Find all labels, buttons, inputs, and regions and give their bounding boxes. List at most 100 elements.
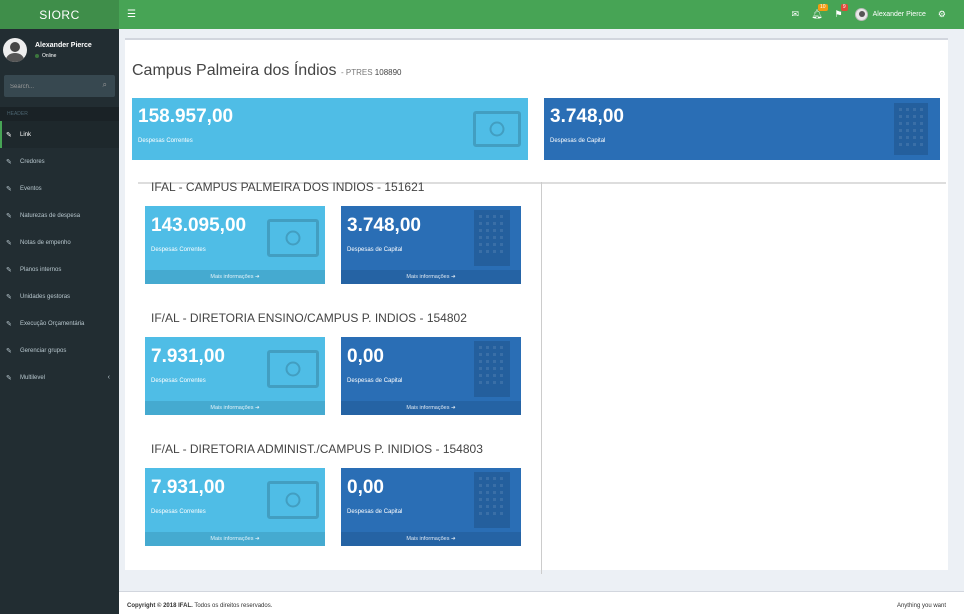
sidebar-item-label: Credores (20, 158, 45, 165)
more-info-label: Mais informações (406, 536, 450, 542)
more-info-link[interactable]: Mais informações ➜ (341, 270, 521, 284)
main-box: Campus Palmeira dos Índios - PTRES 10889… (125, 38, 948, 574)
sidebar-item-gerenciar-grupos[interactable]: ✎ Gerenciar grupos (0, 337, 119, 364)
arrow-circle-right-icon: ➜ (255, 274, 260, 280)
despesas-correntes-box: 7.931,00 Despesas Correntes Mais informaçõ… (145, 468, 325, 546)
tasks-badge: 9 (840, 4, 848, 11)
box-value: 0,00 (347, 477, 384, 498)
user-panel: Alexander Pierce Online (0, 29, 119, 71)
hamburger-icon[interactable]: ☰ (127, 9, 136, 20)
sidebar-item-label: Planos internos (20, 266, 62, 273)
sidebar: Alexander Pierce Online ⌕ HEADER ✎ Link ✎ C… (0, 29, 119, 614)
sidebar-item-eventos[interactable]: ✎ Eventos (0, 175, 119, 202)
despesas-capital-box: 3.748,00 Despesas de Capital Mais informaç… (341, 206, 521, 284)
arrow-circle-right-icon: ➜ (451, 536, 456, 542)
user-status: Online (35, 53, 92, 59)
building-icon (474, 210, 510, 266)
sidebar-item-link[interactable]: ✎ Link (0, 121, 119, 148)
footer-right-text: Anything you want (896, 603, 946, 609)
chevron-left-icon: ‹ (107, 374, 110, 381)
envelope-icon[interactable]: ✉ (792, 9, 800, 20)
box-label: Despesas Correntes (151, 509, 206, 515)
flag-icon[interactable]: ⚑ 9 (835, 4, 848, 20)
building-icon (894, 103, 928, 155)
link-icon: ✎ (6, 239, 12, 247)
app-logo[interactable]: SIORC (0, 0, 119, 29)
copyright-label: Copyright © 2018 (127, 603, 177, 609)
sidebar-item-label: Eventos (20, 185, 42, 192)
money-icon (473, 111, 521, 147)
page-title-text: Campus Palmeira dos Índios (132, 62, 337, 79)
avatar (3, 38, 27, 62)
more-info-link[interactable]: Mais informações ➜ (145, 270, 325, 284)
sidebar-item-label: Link (20, 131, 32, 138)
more-info-label: Mais informações (210, 405, 254, 411)
sidebar-item-label: Multilevel (20, 374, 46, 381)
section-title: IFAL - CAMPUS PALMEIRA DOS INDIOS - 1516… (151, 180, 425, 194)
summary-correntes-value: 158.957,00 (138, 106, 234, 127)
despesas-capital-box: 0,00 Despesas de Capital Mais informações … (341, 468, 521, 546)
more-info-link[interactable]: Mais informações ➜ (341, 532, 521, 546)
content-wrapper: Campus Palmeira dos Índios - PTRES 10889… (119, 29, 964, 591)
more-info-link[interactable]: Mais informações ➜ (341, 401, 521, 415)
box-value: 0,00 (347, 346, 384, 367)
sidebar-item-label: Notas de empenho (20, 239, 71, 246)
link-icon: ✎ (6, 185, 12, 193)
footer-copyright: Copyright © 2018 IFAL. Todos os direitos… (127, 603, 272, 609)
more-info-link[interactable]: Mais informações ➜ (145, 532, 325, 546)
money-icon (267, 481, 319, 519)
arrow-circle-right-icon: ➜ (255, 405, 260, 411)
sidebar-item-label: Naturezas de despesa (20, 212, 81, 219)
summary-capital-label: Despesas de Capital (550, 138, 606, 144)
money-icon (267, 219, 319, 257)
despesas-correntes-box: 143.095,00 Despesas Correntes Mais informa… (145, 206, 325, 284)
arrow-circle-right-icon: ➜ (451, 405, 456, 411)
link-icon: ✎ (6, 266, 12, 274)
navbar-right: ✉ 🔔︎ 10 ⚑ 9 Alexander Pierce ⚙ (792, 0, 946, 29)
link-icon: ✎ (6, 320, 12, 328)
section-title: IF/AL - DIRETORIA ADMINIST./CAMPUS P. IN… (151, 442, 483, 456)
search-icon[interactable]: ⌕ (103, 80, 107, 90)
arrow-circle-right-icon: ➜ (255, 536, 260, 542)
link-icon: ✎ (6, 374, 12, 382)
sidebar-item-unidades-gestoras[interactable]: ✎ Unidades gestoras (0, 283, 119, 310)
ptres-value: 108890 (374, 68, 402, 77)
sidebar-item-credores[interactable]: ✎ Credores (0, 148, 119, 175)
bell-icon[interactable]: 🔔︎ 10 (811, 4, 828, 20)
building-icon (474, 472, 510, 528)
company-link[interactable]: IFAL. (178, 603, 193, 609)
box-label: Despesas de Capital (347, 378, 403, 384)
link-icon: ✎ (6, 293, 12, 301)
sidebar-item-planos-internos[interactable]: ✎ Planos internos (0, 256, 119, 283)
link-icon: ✎ (6, 131, 12, 139)
sidebar-item-notas-de-empenho[interactable]: ✎ Notas de empenho (0, 229, 119, 256)
money-icon (267, 350, 319, 388)
ptres-label: PTRES (345, 68, 373, 77)
link-icon: ✎ (6, 212, 12, 220)
avatar (854, 8, 868, 21)
page-title: Campus Palmeira dos Índios - PTRES 10889… (132, 62, 402, 79)
sidebar-item-multilevel[interactable]: ✎ Multilevel ‹ (0, 364, 119, 391)
section-title: IF/AL - DIRETORIA ENSINO/CAMPUS P. INDIO… (151, 311, 467, 325)
building-icon (474, 341, 510, 397)
sidebar-item-execucao-orcamentaria[interactable]: ✎ Execução Orçamentária (0, 310, 119, 337)
sidebar-user-name: Alexander Pierce (35, 41, 92, 49)
box-value: 3.748,00 (347, 215, 421, 236)
search-input[interactable] (4, 76, 115, 98)
notifications-badge: 10 (817, 4, 828, 11)
despesas-correntes-box: 7.931,00 Despesas Correntes Mais informaçõ… (145, 337, 325, 415)
footer: Copyright © 2018 IFAL. Todos os direitos… (119, 591, 964, 614)
sidebar-item-naturezas-de-despesa[interactable]: ✎ Naturezas de despesa (0, 202, 119, 229)
status-text: Online (42, 52, 57, 59)
divider (541, 182, 542, 574)
summary-capital-value: 3.748,00 (550, 106, 624, 127)
sidebar-search: ⌕ (4, 75, 115, 98)
box-label: Despesas Correntes (151, 247, 206, 253)
despesas-capital-box: 0,00 Despesas de Capital Mais informações … (341, 337, 521, 415)
box-value: 143.095,00 (151, 215, 247, 236)
summary-capital-box: 3.748,00 Despesas de Capital (544, 98, 940, 160)
more-info-link[interactable]: Mais informações ➜ (145, 401, 325, 415)
user-menu-name: Alexander Pierce (872, 11, 926, 18)
gears-icon[interactable]: ⚙ (938, 9, 946, 20)
user-menu[interactable]: Alexander Pierce (854, 8, 926, 21)
